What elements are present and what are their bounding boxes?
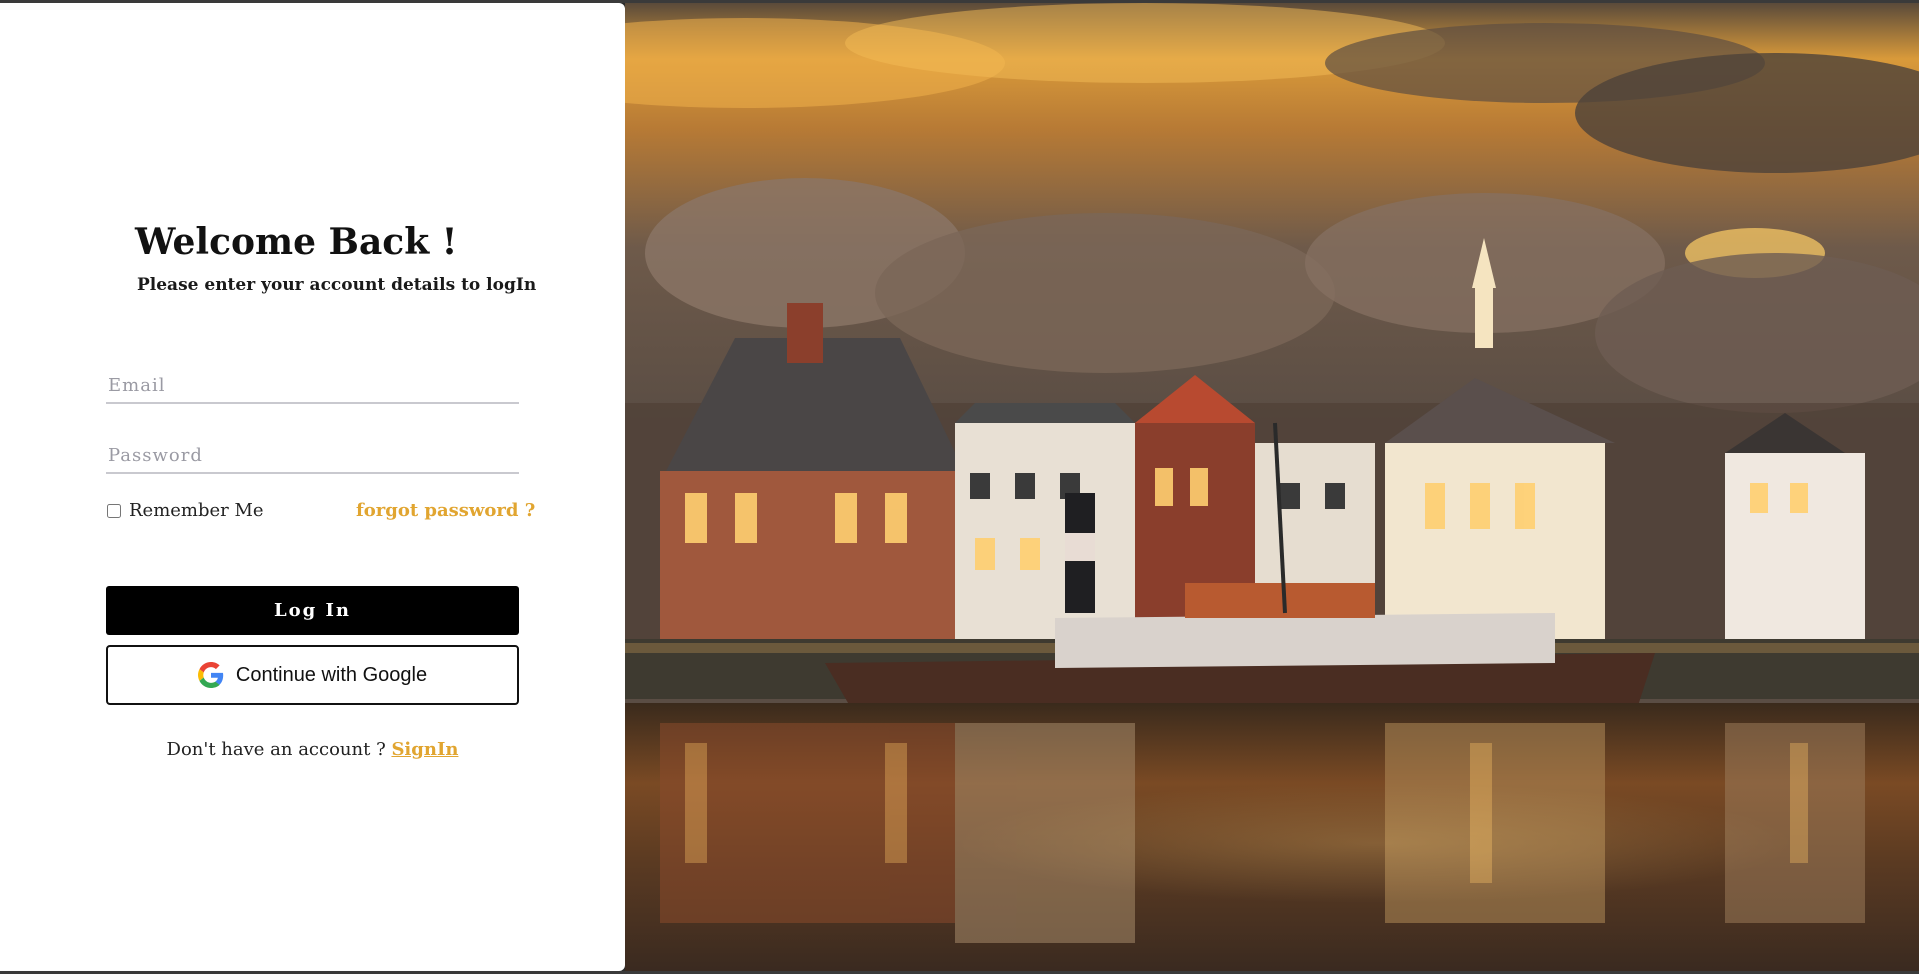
- harbor-sunset-photo: [625, 3, 1919, 971]
- forgot-password-link[interactable]: forgot password ?: [356, 500, 535, 521]
- remember-me-label: Remember Me: [129, 500, 264, 521]
- app-window: Welcome Back ! Please enter your account…: [0, 3, 1919, 971]
- login-button[interactable]: Log In: [106, 586, 519, 635]
- password-field[interactable]: [106, 438, 519, 474]
- remember-me[interactable]: Remember Me: [106, 500, 264, 521]
- login-panel: Welcome Back ! Please enter your account…: [0, 3, 625, 971]
- email-field[interactable]: [106, 368, 519, 404]
- google-logo-icon: [197, 662, 224, 688]
- harbor-sunset-illustration: [625, 3, 1919, 971]
- page-title: Welcome Back !: [135, 221, 458, 263]
- google-signin-button[interactable]: Continue with Google: [106, 645, 519, 705]
- page-subtitle: Please enter your account details to log…: [137, 275, 537, 295]
- signup-prompt: Don't have an account ? SignIn: [0, 739, 625, 760]
- google-button-label: Continue with Google: [235, 663, 428, 686]
- signup-prompt-text: Don't have an account ?: [166, 739, 392, 760]
- signup-link[interactable]: SignIn: [391, 739, 458, 760]
- remember-me-checkbox[interactable]: [107, 503, 121, 518]
